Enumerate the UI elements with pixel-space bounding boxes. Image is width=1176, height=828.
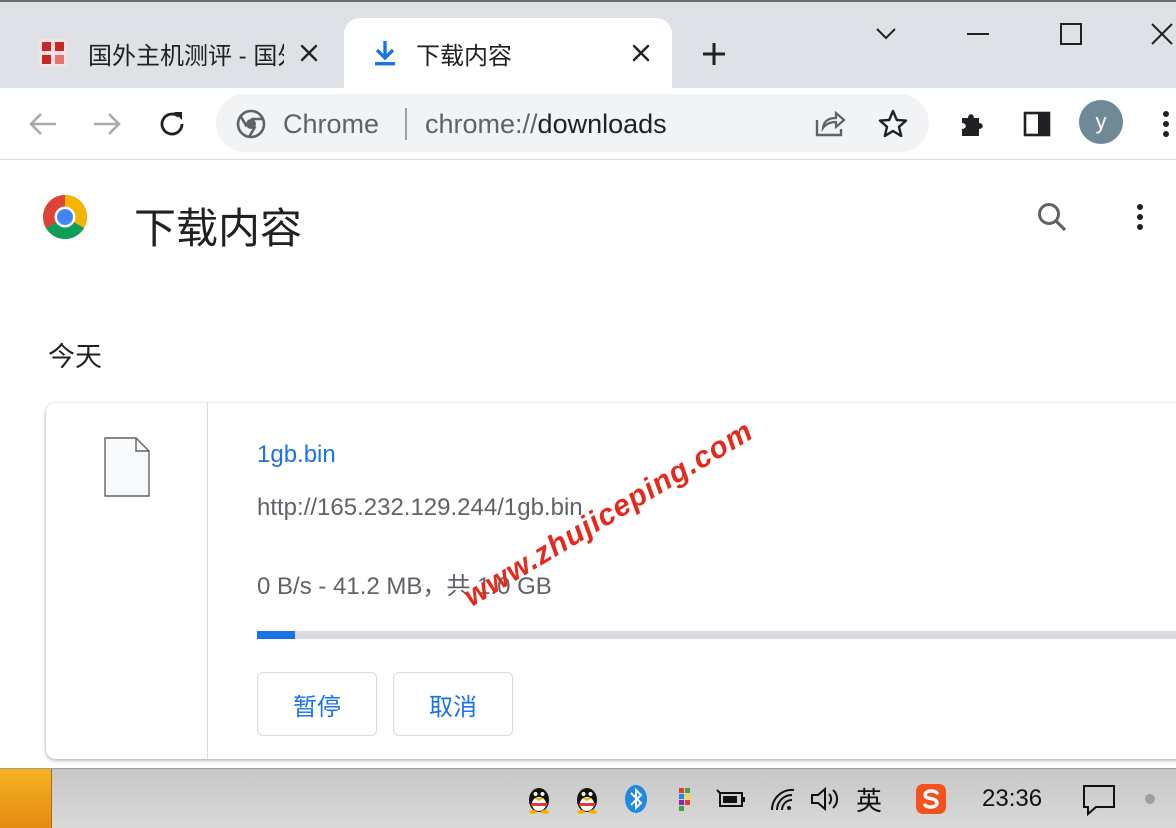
puzzle-icon — [962, 114, 983, 136]
taskbar-clock[interactable]: 23:36 — [982, 785, 1042, 813]
windows-taskbar: 英 23:36 — [0, 768, 1176, 828]
tab-zhujiceping[interactable]: 国外主机测评 - 国外 — [14, 18, 340, 88]
share-icon — [815, 110, 846, 137]
extensions-button[interactable] — [953, 104, 993, 144]
bluetooth-icon[interactable] — [620, 783, 652, 815]
side-panel-icon — [1023, 111, 1051, 137]
forward-button[interactable] — [87, 104, 127, 144]
color-grid-tray-icon[interactable] — [668, 783, 700, 815]
browser-toolbar: Chrome chrome://downloads y — [0, 88, 1176, 160]
date-header: 今天 — [48, 342, 102, 372]
download-progress-bar — [257, 631, 1176, 639]
plus-icon — [703, 43, 725, 65]
tab-downloads[interactable]: 下载内容 — [344, 18, 672, 88]
chrome-icon — [236, 109, 266, 139]
bookmark-star-button[interactable] — [876, 107, 910, 141]
maximize-icon — [1060, 23, 1082, 45]
share-button[interactable] — [813, 107, 847, 141]
tab-title: 国外主机测评 - 国外 — [88, 42, 284, 70]
wifi-icon[interactable] — [767, 783, 799, 815]
cancel-button[interactable]: 取消 — [393, 672, 513, 736]
file-name-link[interactable]: 1gb.bin — [257, 441, 336, 469]
battery-plug-icon[interactable] — [716, 783, 748, 815]
more-vert-icon — [1137, 204, 1143, 230]
arrow-right-icon — [94, 113, 121, 135]
ime-indicator[interactable]: 英 — [856, 781, 882, 818]
notification-icon[interactable] — [1082, 783, 1116, 817]
star-icon — [878, 109, 908, 138]
search-icon — [1038, 203, 1067, 232]
url-host: downloads — [537, 109, 667, 139]
minimize-icon — [967, 33, 989, 35]
volume-icon[interactable] — [809, 783, 841, 815]
downloads-page: 下载内容 今天 1gb.bin http://165.232.129.244/1… — [0, 161, 1176, 768]
browser-window: 国外主机测评 - 国外 下载内容 Chrome chrome://downloa… — [0, 0, 1176, 828]
arrow-left-icon — [29, 113, 56, 135]
tab-title: 下载内容 — [416, 42, 512, 70]
file-icon-column — [46, 403, 208, 759]
more-vert-icon — [1163, 111, 1169, 137]
close-tab-icon[interactable] — [294, 38, 324, 68]
download-item: 1gb.bin http://165.232.129.244/1gb.bin 0… — [46, 403, 1176, 759]
omnibox-separator — [405, 108, 407, 140]
address-bar[interactable]: Chrome chrome://downloads — [216, 94, 929, 152]
window-top-border — [0, 0, 1176, 2]
site-favicon-icon — [36, 36, 70, 70]
maximize-button[interactable] — [1049, 12, 1093, 56]
start-button[interactable] — [0, 769, 52, 828]
page-title: 下载内容 — [134, 205, 303, 252]
profile-avatar[interactable]: y — [1079, 100, 1123, 144]
omnibox-site-label: Chrome — [283, 109, 380, 139]
close-icon — [1151, 23, 1173, 45]
omnibox-url[interactable]: chrome://downloads — [425, 109, 667, 140]
url-scheme: chrome:// — [425, 109, 538, 139]
tab-strip: 国外主机测评 - 国外 下载内容 — [0, 0, 1176, 88]
chrome-logo-icon — [43, 195, 87, 240]
download-progress-fill — [257, 631, 295, 639]
file-icon — [104, 437, 150, 497]
qq-tray-icon-2[interactable] — [571, 783, 603, 815]
back-button[interactable] — [23, 104, 63, 144]
downloads-menu-button[interactable] — [1124, 199, 1156, 235]
sogou-ime-icon[interactable] — [915, 783, 947, 815]
tab-search-button[interactable] — [864, 12, 908, 56]
file-source-url[interactable]: http://165.232.129.244/1gb.bin — [257, 494, 583, 522]
show-desktop-icon[interactable] — [1138, 787, 1162, 811]
close-tab-icon[interactable] — [626, 38, 656, 68]
minimize-button[interactable] — [956, 12, 1000, 56]
search-downloads-button[interactable] — [1034, 199, 1070, 235]
qq-tray-icon[interactable] — [523, 783, 555, 815]
download-icon — [368, 36, 402, 70]
chrome-menu-button[interactable] — [1146, 104, 1176, 144]
side-panel-button[interactable] — [1017, 104, 1057, 144]
pause-button[interactable]: 暂停 — [257, 672, 377, 736]
reload-button[interactable] — [152, 104, 192, 144]
reload-icon — [160, 112, 184, 136]
chevron-down-icon — [876, 28, 896, 40]
close-window-button[interactable] — [1140, 12, 1176, 56]
new-tab-button[interactable] — [695, 35, 733, 73]
